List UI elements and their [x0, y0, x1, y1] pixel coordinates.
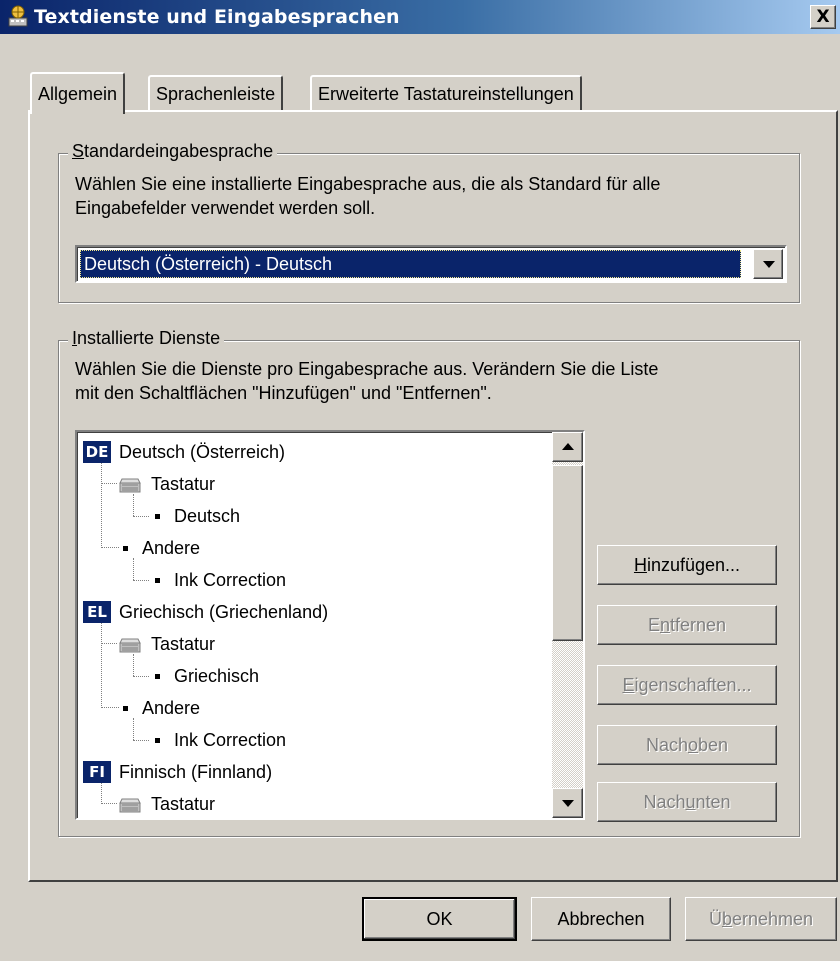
chevron-up-icon	[562, 443, 574, 450]
bullet-icon	[155, 673, 160, 679]
ok-button[interactable]: OK	[362, 897, 517, 941]
language-badge: FI	[83, 761, 111, 783]
keyboard-icon	[117, 793, 143, 815]
close-icon: X	[816, 7, 830, 27]
tree-item-category[interactable]: Tastatur	[117, 468, 215, 500]
keyboard-icon	[117, 633, 143, 655]
bullet-icon	[155, 577, 160, 583]
bullet-icon	[155, 513, 160, 519]
tree-item-language[interactable]: DE Deutsch (Österreich)	[83, 436, 285, 468]
tree-item-service[interactable]: Deutsch	[155, 500, 240, 532]
title-bar: Textdienste und Eingabesprachen X	[0, 0, 840, 34]
properties-button[interactable]: Eigenschaften...	[597, 665, 777, 705]
language-badge: DE	[83, 441, 111, 463]
chevron-down-icon	[763, 261, 775, 268]
installed-services-tree[interactable]: DE Deutsch (Österreich) Tastatur Deutsch…	[75, 430, 585, 820]
tree-item-language[interactable]: FI Finnisch (Finnland)	[83, 756, 272, 788]
default-language-select[interactable]: Deutsch (Österreich) - Deutsch	[75, 245, 787, 283]
scroll-up-button[interactable]	[552, 432, 583, 462]
tree-item-category[interactable]: Tastatur	[117, 788, 215, 818]
window-title: Textdienste und Eingabesprachen	[34, 6, 400, 28]
tab-erweiterte-tastatureinstellungen[interactable]: Erweiterte Tastatureinstellungen	[310, 75, 582, 111]
scroll-down-button[interactable]	[552, 788, 583, 818]
text-services-icon	[6, 5, 30, 29]
move-down-button[interactable]: Nach u nten	[597, 782, 777, 822]
default-language-dropdown-button[interactable]	[753, 249, 783, 279]
close-button[interactable]: X	[810, 5, 836, 29]
tree-item-language[interactable]: EL Griechisch (Griechenland)	[83, 596, 328, 628]
default-language-group-label: Standardeingabesprache	[68, 141, 278, 162]
tree-item-service[interactable]: Griechisch	[155, 660, 259, 692]
installed-services-description-line1: Wählen Sie die Dienste pro Eingabesprach…	[75, 359, 659, 379]
default-language-description-line1: Wählen Sie eine installierte Eingabespra…	[75, 174, 661, 194]
tree-item-service[interactable]: Ink Correction	[155, 564, 286, 596]
tab-allgemein[interactable]: Allgemein	[30, 72, 126, 114]
scrollbar-thumb[interactable]	[552, 465, 583, 641]
cancel-button[interactable]: Abbrechen	[531, 897, 671, 941]
installed-services-group-label: Installierte Dienste	[68, 328, 225, 349]
tab-sprachenleiste[interactable]: Sprachenleiste	[148, 75, 284, 111]
tree-item-category[interactable]: Andere	[123, 532, 200, 564]
apply-button[interactable]: Üb ernehmen	[685, 897, 837, 941]
default-language-selected-value: Deutsch (Österreich) - Deutsch	[80, 250, 741, 278]
bullet-icon	[155, 737, 160, 743]
tree-item-category[interactable]: Tastatur	[117, 628, 215, 660]
move-up-button[interactable]: Nach o ben	[597, 725, 777, 765]
tree-item-category[interactable]: Andere	[123, 692, 200, 724]
bullet-icon	[123, 545, 128, 551]
chevron-down-icon	[562, 800, 574, 807]
default-language-description-line2: Eingabefelder verwendet werden soll.	[75, 198, 376, 218]
language-badge: EL	[83, 601, 111, 623]
tree-vertical-scrollbar[interactable]	[552, 432, 583, 818]
remove-button[interactable]: En tfernen	[597, 605, 777, 645]
keyboard-icon	[117, 473, 143, 495]
installed-services-description-line2: mit den Schaltflächen "Hinzufügen" und "…	[75, 383, 492, 403]
add-button[interactable]: Hinzufügen...	[597, 545, 777, 585]
tree-item-service[interactable]: Ink Correction	[155, 724, 286, 756]
bullet-icon	[123, 705, 128, 711]
